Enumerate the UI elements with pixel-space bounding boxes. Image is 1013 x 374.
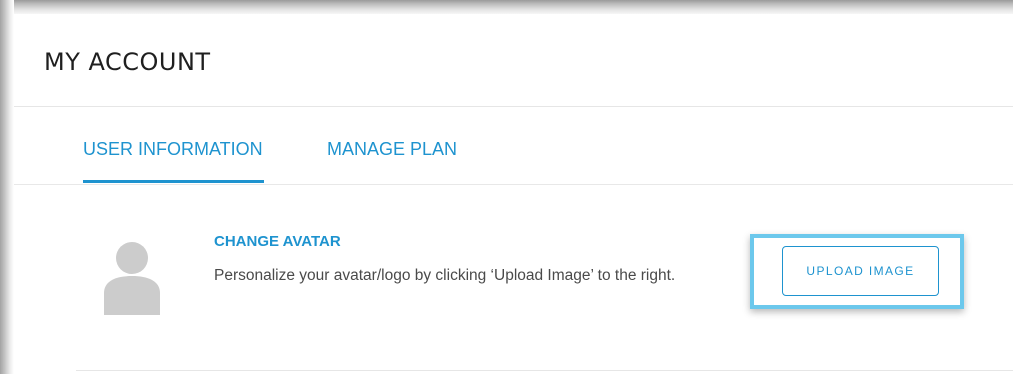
tab-bar: USER INFORMATION MANAGE PLAN — [14, 107, 1013, 185]
change-avatar-description: Personalize your avatar/logo by clicking… — [214, 267, 676, 284]
upload-image-button[interactable]: UPLOAD IMAGE — [782, 246, 939, 296]
account-panel: MY ACCOUNT USER INFORMATION MANAGE PLAN … — [14, 14, 1013, 374]
user-silhouette-icon — [100, 239, 164, 315]
section-divider — [76, 370, 1013, 371]
change-avatar-heading: CHANGE AVATAR — [214, 233, 341, 250]
tab-manage-plan[interactable]: MANAGE PLAN — [327, 139, 457, 160]
active-tab-indicator — [83, 180, 264, 183]
page-title: MY ACCOUNT — [44, 48, 211, 76]
frame-shadow-left — [0, 0, 14, 374]
page-header: MY ACCOUNT — [14, 14, 1013, 107]
tab-user-information[interactable]: USER INFORMATION — [83, 139, 263, 160]
